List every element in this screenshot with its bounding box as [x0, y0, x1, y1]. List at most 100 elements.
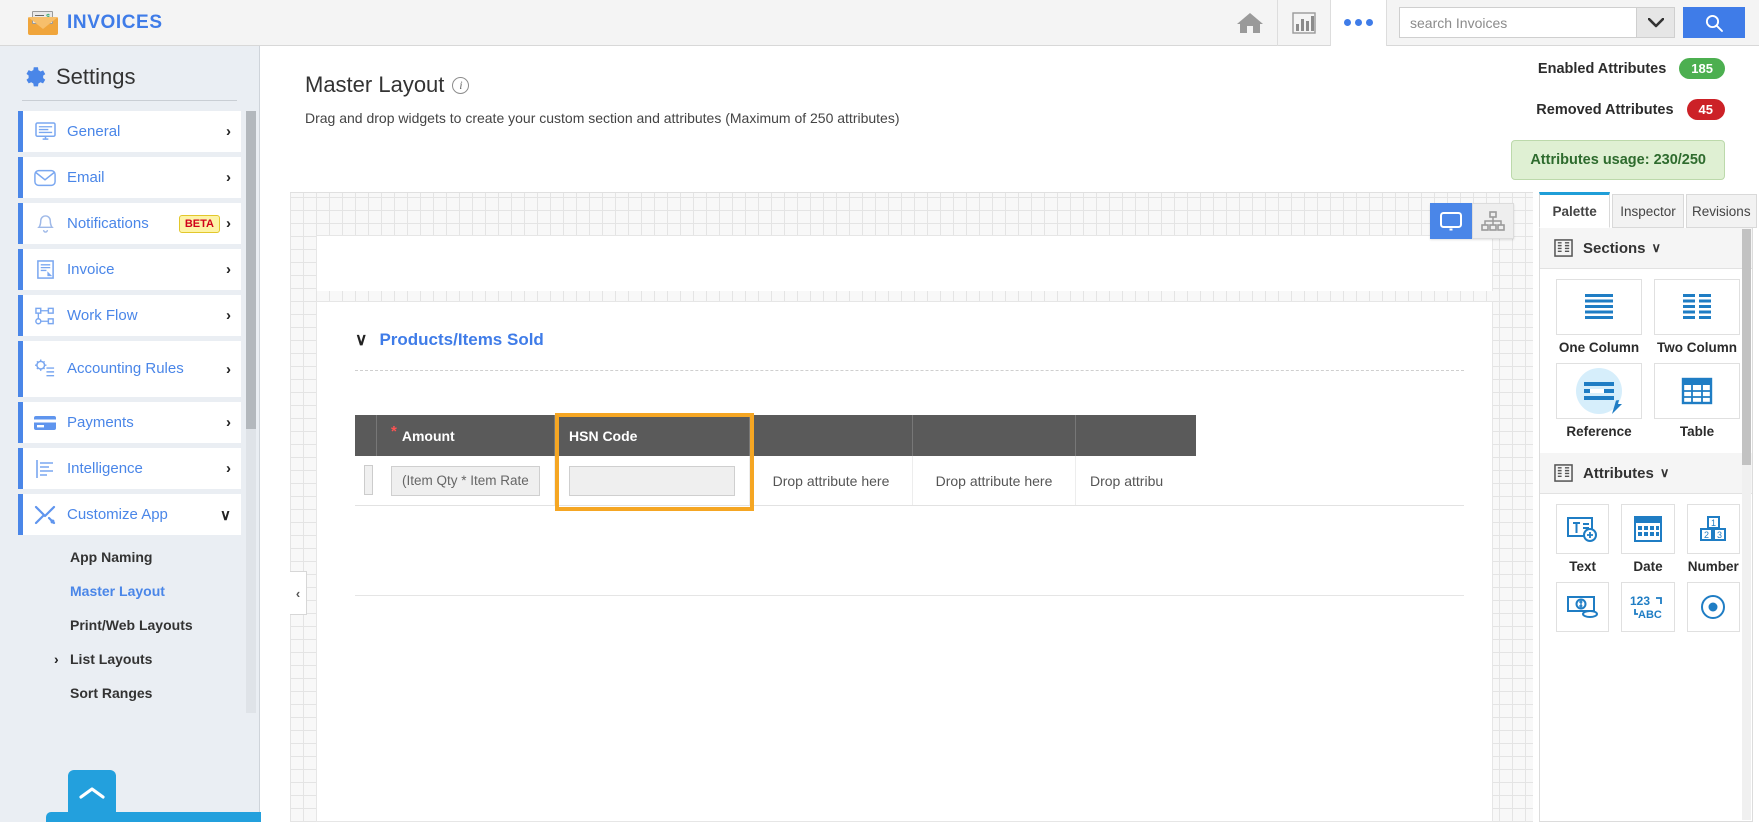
chevron-down-icon: ∨	[1660, 465, 1670, 481]
sidebar-subitem-sort-ranges[interactable]: Sort Ranges	[18, 676, 241, 710]
sidebar-item-payments[interactable]: Payments ›	[18, 402, 241, 443]
table-cell-hsn-code[interactable]	[555, 456, 750, 505]
brand[interactable]: $ INVOICES	[0, 11, 292, 35]
sidebar-item-work-flow[interactable]: Work Flow ›	[18, 295, 241, 336]
table-cell-drop-3[interactable]: Drop attribute here	[750, 456, 913, 505]
sidebar-item-intelligence[interactable]: Intelligence ›	[18, 448, 241, 489]
palette-tile-one-column[interactable]: One Column	[1550, 279, 1648, 355]
removed-attributes-label: Removed Attributes	[1536, 102, 1673, 118]
table-empty-band	[355, 506, 1464, 596]
table-header-cell-5[interactable]	[1076, 415, 1196, 456]
tab-palette[interactable]: Palette	[1539, 192, 1610, 228]
table-header-cell-amount[interactable]: * Amount	[377, 415, 555, 456]
brand-label: INVOICES	[67, 12, 163, 34]
desktop-view-icon[interactable]	[1430, 203, 1472, 239]
table-header-cell-4[interactable]	[913, 415, 1076, 456]
sidebar-subitem-list-layouts[interactable]: › List Layouts	[18, 642, 241, 676]
palette-tile-radio[interactable]	[1681, 582, 1746, 637]
tools-icon	[23, 505, 67, 525]
settings-header: Settings	[0, 46, 259, 100]
section-header[interactable]: ∨ Products/Items Sold	[355, 330, 1464, 350]
table-cell-drop-5[interactable]: Drop attribu	[1076, 456, 1196, 505]
scroll-to-top-button[interactable]	[68, 770, 116, 816]
attributes-icon	[1554, 464, 1573, 482]
sidebar-item-invoice[interactable]: Invoice ›	[18, 249, 241, 290]
palette-tile-date[interactable]: Date	[1615, 504, 1680, 574]
search-area	[1387, 7, 1759, 38]
currency-money-icon	[1556, 582, 1609, 632]
section-divider	[355, 370, 1464, 371]
sidebar-subitem-master-layout[interactable]: Master Layout	[18, 574, 241, 608]
search-input[interactable]	[1400, 8, 1636, 37]
canvas-section-gap	[316, 291, 1493, 301]
sidebar-scrollbar-thumb[interactable]	[246, 111, 256, 429]
chevron-right-icon: ›	[222, 169, 231, 186]
removed-attributes-row: Removed Attributes 45	[1511, 99, 1725, 120]
panel-tabs: Palette Inspector Revisions	[1533, 192, 1759, 228]
palette-panel: Palette Inspector Revisions Sections ∨	[1533, 192, 1759, 822]
chevron-down-icon[interactable]	[1636, 8, 1674, 37]
search-button[interactable]	[1683, 7, 1745, 38]
svg-text:1: 1	[1711, 518, 1716, 528]
layout-table[interactable]: * Amount HSN Code	[355, 415, 1464, 596]
chevron-right-icon: ›	[222, 414, 231, 431]
canvas-header-section[interactable]	[316, 235, 1493, 291]
top-bar: $ INVOICES	[0, 0, 1759, 46]
sidebar-item-label: Email	[67, 169, 222, 186]
hsn-code-field[interactable]	[569, 466, 735, 496]
search-box[interactable]	[1399, 7, 1675, 38]
layout-canvas[interactable]: ∨ Products/Items Sold * Amount HSN Code	[290, 192, 1533, 822]
sidebar-item-email[interactable]: Email ›	[18, 157, 241, 198]
sidebar-item-accounting-rules[interactable]: Accounting Rules ›	[18, 341, 241, 397]
removed-attributes-badge: 45	[1687, 99, 1725, 120]
chevron-down-icon[interactable]: ∨	[355, 330, 367, 350]
reports-bar-chart-icon[interactable]	[1277, 0, 1331, 46]
sidebar-subitem-label: App Naming	[70, 549, 152, 565]
palette-tile-number[interactable]: 123 Number	[1681, 504, 1746, 574]
tab-revisions[interactable]: Revisions	[1686, 194, 1757, 228]
sidebar-subitem-print-web-layouts[interactable]: Print/Web Layouts	[18, 608, 241, 642]
sidebar-item-label: Payments	[67, 414, 222, 431]
table-header-cell-hsn-code[interactable]: HSN Code	[555, 415, 750, 456]
sidebar-item-label: Accounting Rules	[67, 360, 222, 377]
palette-tile-table[interactable]: Table	[1648, 363, 1746, 439]
sidebar-item-customize-app[interactable]: Customize App ∨	[18, 494, 241, 535]
sidebar-item-notifications[interactable]: Notifications BETA ›	[18, 203, 241, 244]
sidebar-subitem-label: Print/Web Layouts	[70, 617, 193, 633]
gear-icon	[20, 64, 46, 90]
sidebar-item-general[interactable]: General ›	[18, 111, 241, 152]
home-icon[interactable]	[1223, 0, 1277, 46]
bell-icon	[23, 214, 67, 234]
palette-tile-text[interactable]: Text	[1550, 504, 1615, 574]
amount-formula-field[interactable]: (Item Qty * Item Rate	[391, 466, 540, 496]
sidebar-item-label: Invoice	[67, 261, 222, 278]
sidebar-item-label: General	[67, 123, 222, 140]
table-row[interactable]: (Item Qty * Item Rate Drop attribute her…	[355, 456, 1464, 506]
tree-view-icon[interactable]	[1472, 203, 1514, 239]
palette-group-attributes[interactable]: Attributes ∨	[1540, 453, 1752, 494]
palette-scrollbar-thumb[interactable]	[1742, 229, 1751, 465]
row-handle[interactable]	[355, 456, 377, 505]
table-cell-drop-4[interactable]: Drop attribute here	[913, 456, 1076, 505]
palette-group-sections[interactable]: Sections ∨	[1540, 228, 1752, 269]
info-icon[interactable]: i	[452, 77, 469, 94]
main-content: Master Layout i Drag and drop widgets to…	[261, 46, 1759, 822]
palette-tile-reference[interactable]: Reference	[1550, 363, 1648, 439]
palette-tile-label: One Column	[1550, 340, 1648, 355]
radio-button-icon	[1687, 582, 1740, 632]
sidebar-item-label: Notifications	[67, 215, 179, 232]
canvas-sheet[interactable]: ∨ Products/Items Sold * Amount HSN Code	[316, 301, 1493, 822]
tab-inspector[interactable]: Inspector	[1612, 194, 1683, 228]
palette-tile-two-column[interactable]: Two Column	[1648, 279, 1746, 355]
table-header-cell-3[interactable]	[750, 415, 913, 456]
svg-text:ABC: ABC	[1638, 609, 1662, 621]
envelope-icon	[23, 169, 67, 187]
more-options-icon[interactable]	[1331, 0, 1387, 46]
table-cell-amount[interactable]: (Item Qty * Item Rate	[377, 456, 555, 505]
canvas-collapse-tab[interactable]: ‹	[290, 571, 307, 615]
palette-tile-currency[interactable]	[1550, 582, 1615, 637]
palette-tile-number-to-abc[interactable]: 123ABC	[1615, 582, 1680, 637]
attributes-usage-box: Attributes usage: 230/250	[1511, 140, 1725, 180]
sidebar-subitem-app-naming[interactable]: App Naming	[18, 540, 241, 574]
sidebar-nav: General › Email › Notifications BETA ›	[0, 111, 259, 713]
